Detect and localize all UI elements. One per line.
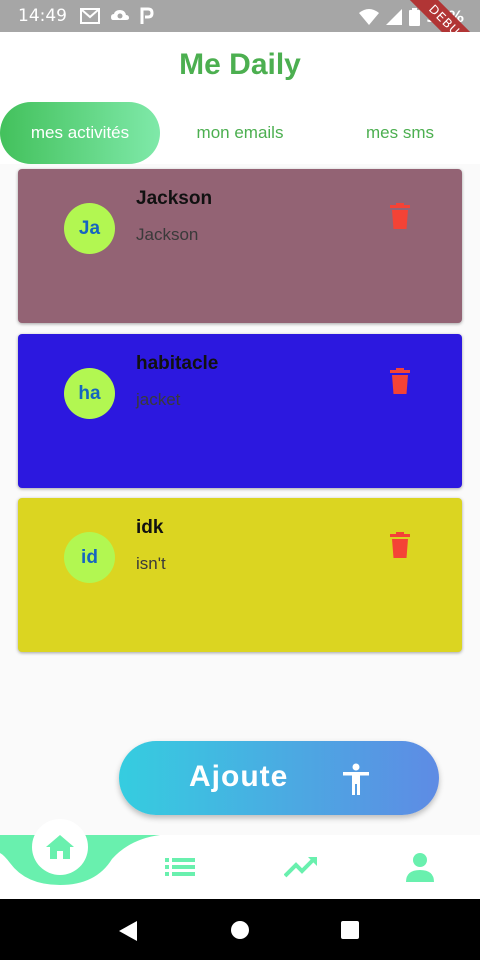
wifi-icon (358, 8, 379, 25)
status-time: 14:49 (18, 6, 67, 26)
recents-icon[interactable] (341, 921, 359, 939)
system-nav-bar (0, 899, 480, 960)
home-circle-icon[interactable] (231, 921, 249, 939)
card-subtitle: isn't (136, 554, 166, 573)
tab-mes-activites[interactable]: mes activités (0, 102, 160, 164)
avatar: id (64, 532, 115, 583)
card-title: habitacle (136, 353, 219, 374)
activity-card[interactable]: ha habitacle jacket (18, 334, 462, 488)
nav-home-button[interactable] (32, 819, 88, 875)
card-title: idk (136, 517, 164, 538)
battery-icon (408, 7, 420, 26)
delete-icon[interactable] (390, 532, 410, 558)
avatar: ha (64, 368, 115, 419)
delete-icon[interactable] (390, 368, 410, 394)
gmail-icon (80, 8, 100, 24)
back-icon[interactable] (119, 921, 137, 941)
trending-up-icon[interactable] (284, 856, 318, 878)
tab-mes-sms[interactable]: mes sms (320, 102, 480, 164)
tab-mon-emails[interactable]: mon emails (160, 102, 320, 164)
add-button-label: Ajoute (189, 760, 289, 793)
app-bar: Me Daily (0, 32, 480, 102)
delete-icon[interactable] (390, 203, 410, 229)
person-icon[interactable] (406, 852, 434, 882)
card-title: Jackson (136, 188, 213, 209)
tab-bar: mes activités mon emails mes sms (0, 102, 480, 164)
card-subtitle: jacket (136, 390, 181, 409)
accessibility-icon (343, 763, 369, 795)
page-title: Me Daily (179, 48, 301, 81)
activity-card[interactable]: id idk isn't (18, 498, 462, 652)
card-subtitle: Jackson (136, 225, 199, 244)
add-button[interactable]: Ajoute (119, 741, 439, 815)
activity-card[interactable]: Ja Jackson Jackson (18, 169, 462, 323)
home-icon (46, 835, 74, 859)
p-icon (140, 7, 154, 24)
bottom-nav (0, 819, 480, 899)
cloud-icon (111, 10, 129, 20)
status-bar: 14:49 99% DEBUG (0, 0, 480, 74)
list-icon[interactable] (165, 857, 195, 877)
signal-icon (385, 8, 402, 25)
avatar: Ja (64, 203, 115, 254)
